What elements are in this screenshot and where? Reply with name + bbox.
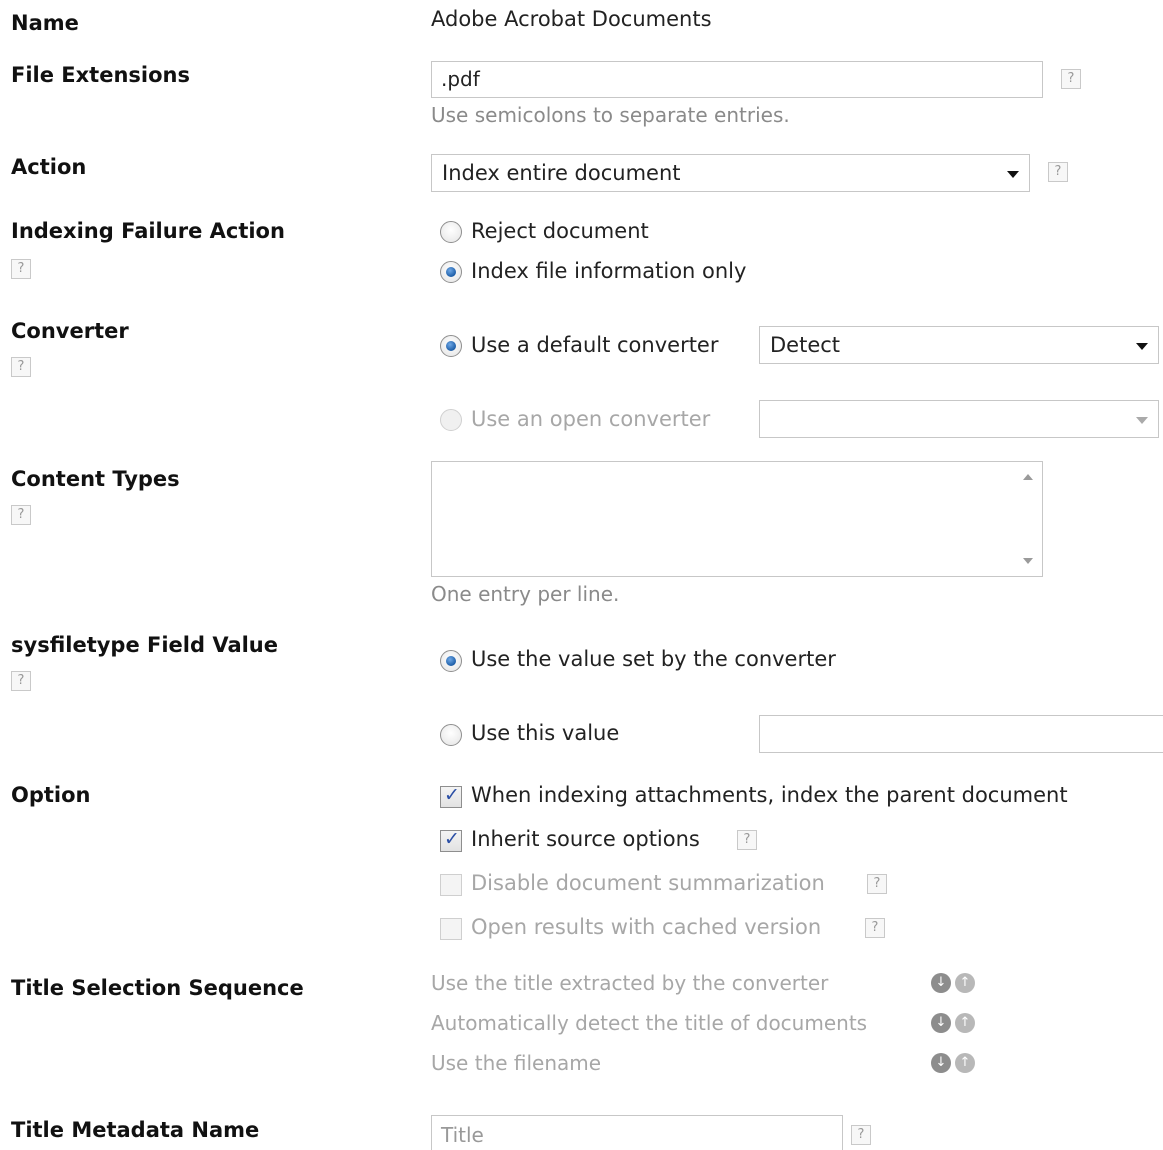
content-types-textarea[interactable] (431, 461, 1043, 577)
scroll-down-icon[interactable] (1023, 558, 1033, 564)
scroll-up-icon[interactable] (1023, 474, 1033, 480)
file-extensions-hint: Use semicolons to separate entries. (431, 103, 790, 127)
title-sequence-item: Use the filename (431, 1051, 602, 1075)
title-selection-label: Title Selection Sequence (11, 976, 304, 1000)
converter-help-icon[interactable]: ? (11, 357, 31, 377)
title-sequence-item: Automatically detect the title of docume… (431, 1011, 868, 1035)
move-up-icon[interactable]: ↑ (955, 973, 975, 993)
index-file-info-label: Index file information only (471, 259, 747, 283)
title-sequence-item: Use the title extracted by the converter (431, 971, 829, 995)
converter-label: Converter (11, 319, 129, 343)
converter-value-radio[interactable] (440, 650, 462, 672)
name-value: Adobe Acrobat Documents (431, 7, 712, 31)
option-label: Option (11, 783, 91, 807)
this-value-label: Use this value (471, 721, 620, 745)
default-converter-select-value: Detect (770, 333, 841, 357)
action-select-value: Index entire document (442, 161, 681, 185)
inherit-options-help-icon[interactable]: ? (737, 830, 757, 850)
action-help-icon[interactable]: ? (1048, 162, 1068, 182)
action-label: Action (11, 155, 87, 179)
action-select[interactable]: Index entire document (431, 154, 1030, 192)
cached-version-checkbox[interactable] (440, 918, 462, 940)
cached-version-help-icon[interactable]: ? (865, 918, 885, 938)
move-down-icon[interactable]: ↓ (931, 1013, 951, 1033)
reject-document-label: Reject document (471, 219, 649, 243)
name-label: Name (11, 11, 79, 35)
cached-version-label: Open results with cached version (471, 915, 822, 939)
default-converter-label: Use a default converter (471, 333, 719, 357)
move-up-icon[interactable]: ↑ (955, 1053, 975, 1073)
title-metadata-help-icon[interactable]: ? (851, 1125, 871, 1145)
chevron-down-icon (1136, 417, 1148, 424)
open-converter-label: Use an open converter (471, 407, 711, 431)
inherit-options-checkbox[interactable] (440, 828, 462, 852)
reject-document-radio[interactable] (440, 221, 462, 243)
file-extensions-label: File Extensions (11, 63, 190, 87)
default-converter-select[interactable]: Detect (759, 326, 1159, 364)
open-converter-select[interactable] (759, 400, 1159, 438)
content-types-help-icon[interactable]: ? (11, 505, 31, 525)
move-up-icon[interactable]: ↑ (955, 1013, 975, 1033)
sysfiletype-help-icon[interactable]: ? (11, 671, 31, 691)
open-converter-radio[interactable] (440, 409, 462, 431)
disable-summary-help-icon[interactable]: ? (867, 874, 887, 894)
indexing-failure-help-icon[interactable]: ? (11, 259, 31, 279)
default-converter-radio[interactable] (440, 335, 462, 357)
index-file-info-radio[interactable] (440, 261, 462, 283)
attachments-checkbox[interactable] (440, 784, 462, 808)
converter-value-label: Use the value set by the converter (471, 647, 836, 671)
move-down-icon[interactable]: ↓ (931, 1053, 951, 1073)
content-types-scrollbar[interactable] (1014, 462, 1042, 576)
this-value-input[interactable] (759, 715, 1163, 753)
title-metadata-label: Title Metadata Name (11, 1118, 260, 1142)
chevron-down-icon (1136, 343, 1148, 350)
inherit-options-label: Inherit source options (471, 827, 700, 851)
content-types-hint: One entry per line. (431, 582, 620, 606)
move-down-icon[interactable]: ↓ (931, 973, 951, 993)
file-extensions-help-icon[interactable]: ? (1061, 69, 1081, 89)
indexing-failure-label: Indexing Failure Action (11, 219, 285, 243)
disable-summary-checkbox[interactable] (440, 874, 462, 896)
sysfiletype-label: sysfiletype Field Value (11, 633, 279, 657)
attachments-label: When indexing attachments, index the par… (471, 783, 1068, 807)
disable-summary-label: Disable document summarization (471, 871, 825, 895)
chevron-down-icon (1007, 171, 1019, 178)
file-extensions-input[interactable]: .pdf (431, 61, 1043, 98)
title-metadata-input[interactable]: Title (431, 1115, 843, 1150)
content-types-label: Content Types (11, 467, 180, 491)
this-value-radio[interactable] (440, 724, 462, 746)
